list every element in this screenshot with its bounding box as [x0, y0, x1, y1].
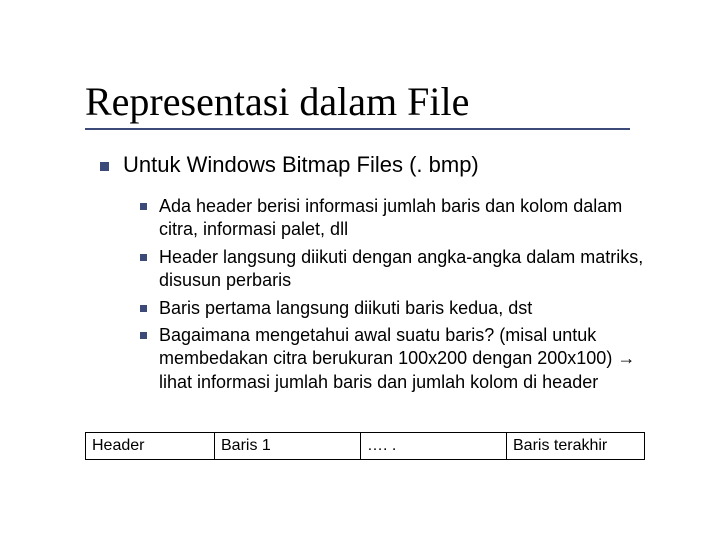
bullet-level2-list: Ada header berisi informasi jumlah baris… — [140, 195, 660, 398]
table-cell-baris1: Baris 1 — [215, 432, 361, 460]
slide-title: Representasi dalam File — [85, 78, 469, 125]
list-item-text: Ada header berisi informasi jumlah baris… — [159, 195, 660, 242]
list-item-text: Baris pertama langsung diikuti baris ked… — [159, 297, 532, 320]
list-item-text: Header langsung diikuti dengan angka-ang… — [159, 246, 660, 293]
bullet-level1: Untuk Windows Bitmap Files (. bmp) — [100, 152, 660, 178]
list-item: Baris pertama langsung diikuti baris ked… — [140, 297, 660, 320]
file-structure-table: Header Baris 1 …. . Baris terakhir — [85, 432, 645, 460]
title-underline — [85, 128, 630, 130]
list-item: Bagaimana mengetahui awal suatu baris? (… — [140, 324, 660, 394]
slide: Representasi dalam File Untuk Windows Bi… — [0, 0, 720, 540]
square-bullet-icon — [100, 162, 109, 171]
square-bullet-icon — [140, 305, 147, 312]
table-cell-header: Header — [85, 432, 215, 460]
square-bullet-icon — [140, 203, 147, 210]
level1-text: Untuk Windows Bitmap Files (. bmp) — [123, 152, 479, 178]
table-cell-baris-terakhir: Baris terakhir — [507, 432, 645, 460]
list-item: Header langsung diikuti dengan angka-ang… — [140, 246, 660, 293]
list-item: Ada header berisi informasi jumlah baris… — [140, 195, 660, 242]
list-item-text: Bagaimana mengetahui awal suatu baris? (… — [159, 324, 660, 394]
table-cell-ellipsis: …. . — [361, 432, 507, 460]
square-bullet-icon — [140, 254, 147, 261]
square-bullet-icon — [140, 332, 147, 339]
